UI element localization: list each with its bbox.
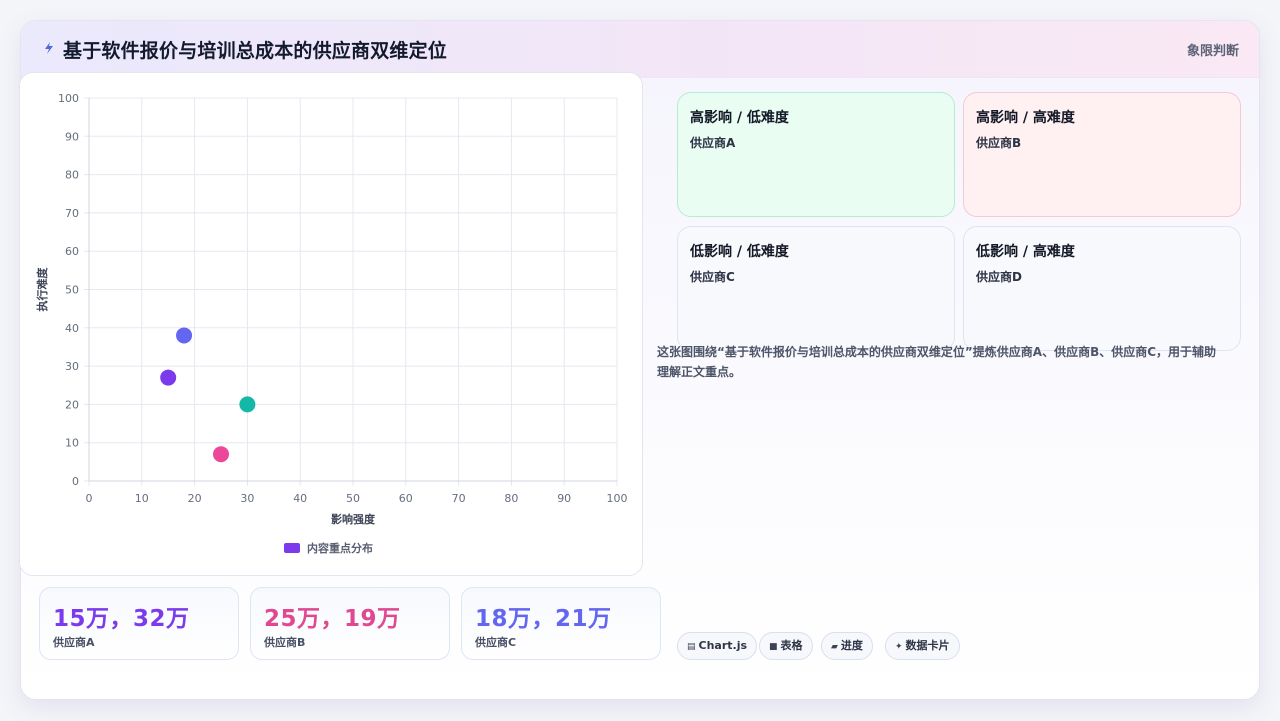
quadrant-low-impact-high-difficulty: 低影响 / 高难度 供应商D [963,226,1241,351]
scatter-chart: 0 10 20 30 40 50 60 70 80 90 100 0 10 20 30 40 50 60 70 80 9… [35,92,628,555]
tag-label: 表格 [780,639,803,652]
quadrant-title: 低影响 / 低难度 [690,244,789,260]
tag-label: Chart.js [698,639,748,652]
table-icon: ■ [769,642,778,652]
y-tick-label: 80 [65,169,79,182]
x-tick-label: 70 [452,492,466,505]
tag-progress[interactable]: ▰ 进度 [821,632,873,660]
legend-label: 内容重点分布 [307,541,373,555]
page-title: 基于软件报价与培训总成本的供应商双维定位 [63,40,448,62]
stat-value: 15万，32万 [53,606,190,632]
quadrant-item: 供应商C [690,270,735,284]
stat-label: 供应商B [264,636,306,649]
card-header: 基于软件报价与培训总成本的供应商双维定位 象限判断 [21,21,1259,78]
x-tick-label: 30 [240,492,254,505]
stat-card-c: 18万，21万 供应商C [461,587,661,660]
quadrant-low-impact-low-difficulty: 低影响 / 低难度 供应商C [677,226,955,351]
y-tick-label: 0 [72,475,79,488]
y-axis-label: 执行难度 [35,267,49,312]
x-tick-label: 80 [504,492,518,505]
x-tick-label: 90 [557,492,571,505]
legend-swatch [284,543,300,553]
tag-chartjs[interactable]: ▤ Chart.js [677,632,758,660]
y-tick-label: 100 [58,92,79,105]
y-tick-label: 20 [65,398,79,411]
y-tick-label: 40 [65,322,79,335]
quadrant-title: 高影响 / 高难度 [976,110,1075,126]
quadrant-item: 供应商D [976,270,1022,284]
y-tick-label: 50 [65,284,79,297]
stat-label: 供应商C [475,636,517,649]
stat-value: 18万，21万 [475,606,612,632]
tag-label: 数据卡片 [905,639,950,652]
data-point [176,327,193,344]
quadrant-title: 低影响 / 高难度 [976,244,1075,260]
x-tick-label: 40 [293,492,307,505]
x-tick-label: 20 [188,492,202,505]
x-tick-label: 0 [86,492,93,505]
quadrant-judgement-button[interactable]: 象限判断 [1187,40,1239,59]
page: 基于软件报价与培训总成本的供应商双维定位 象限判断 0 10 20 30 40 50 60 7… [0,0,1280,721]
card-icon: ✦ [895,642,903,652]
chart-icon: ▤ [687,642,696,652]
stat-label: 供应商A [53,636,95,649]
quadrant-item: 供应商B [976,136,1022,150]
x-tick-label: 100 [607,492,628,505]
quadrant-high-impact-low-difficulty: 高影响 / 低难度 供应商A [677,92,955,217]
data-point [160,369,177,386]
y-tick-label: 90 [65,130,79,143]
stat-card-a: 15万，32万 供应商A [39,587,239,660]
y-tick-label: 10 [65,437,79,450]
x-tick-label: 10 [135,492,149,505]
y-tick-label: 30 [65,360,79,373]
chart-description: 这张图围绕“基于软件报价与培训总成本的供应商双维定位”提炼供应商A、供应商B、供… [657,345,1217,379]
quadrant-item: 供应商A [690,136,736,150]
stat-value: 25万，19万 [264,606,401,632]
x-tick-label: 60 [399,492,413,505]
tag-label: 进度 [840,639,863,652]
progress-icon: ▰ [831,642,838,652]
data-point [239,396,256,413]
quadrant-title: 高影响 / 低难度 [690,110,789,126]
y-tick-label: 70 [65,207,79,220]
x-tick-label: 50 [346,492,360,505]
lightning-icon [45,42,53,54]
tag-table[interactable]: ■ 表格 [759,632,813,660]
tag-data-card[interactable]: ✦ 数据卡片 [885,632,960,660]
y-tick-label: 60 [65,245,79,258]
quadrant-high-impact-high-difficulty: 高影响 / 高难度 供应商B [963,92,1241,217]
x-axis-label: 影响强度 [331,512,376,526]
chart-panel: 0 10 20 30 40 50 60 70 80 90 100 0 10 20 30 40 50 60 70 80 9… [19,72,643,576]
stat-card-b: 25万，19万 供应商B [250,587,450,660]
data-point [213,446,229,463]
